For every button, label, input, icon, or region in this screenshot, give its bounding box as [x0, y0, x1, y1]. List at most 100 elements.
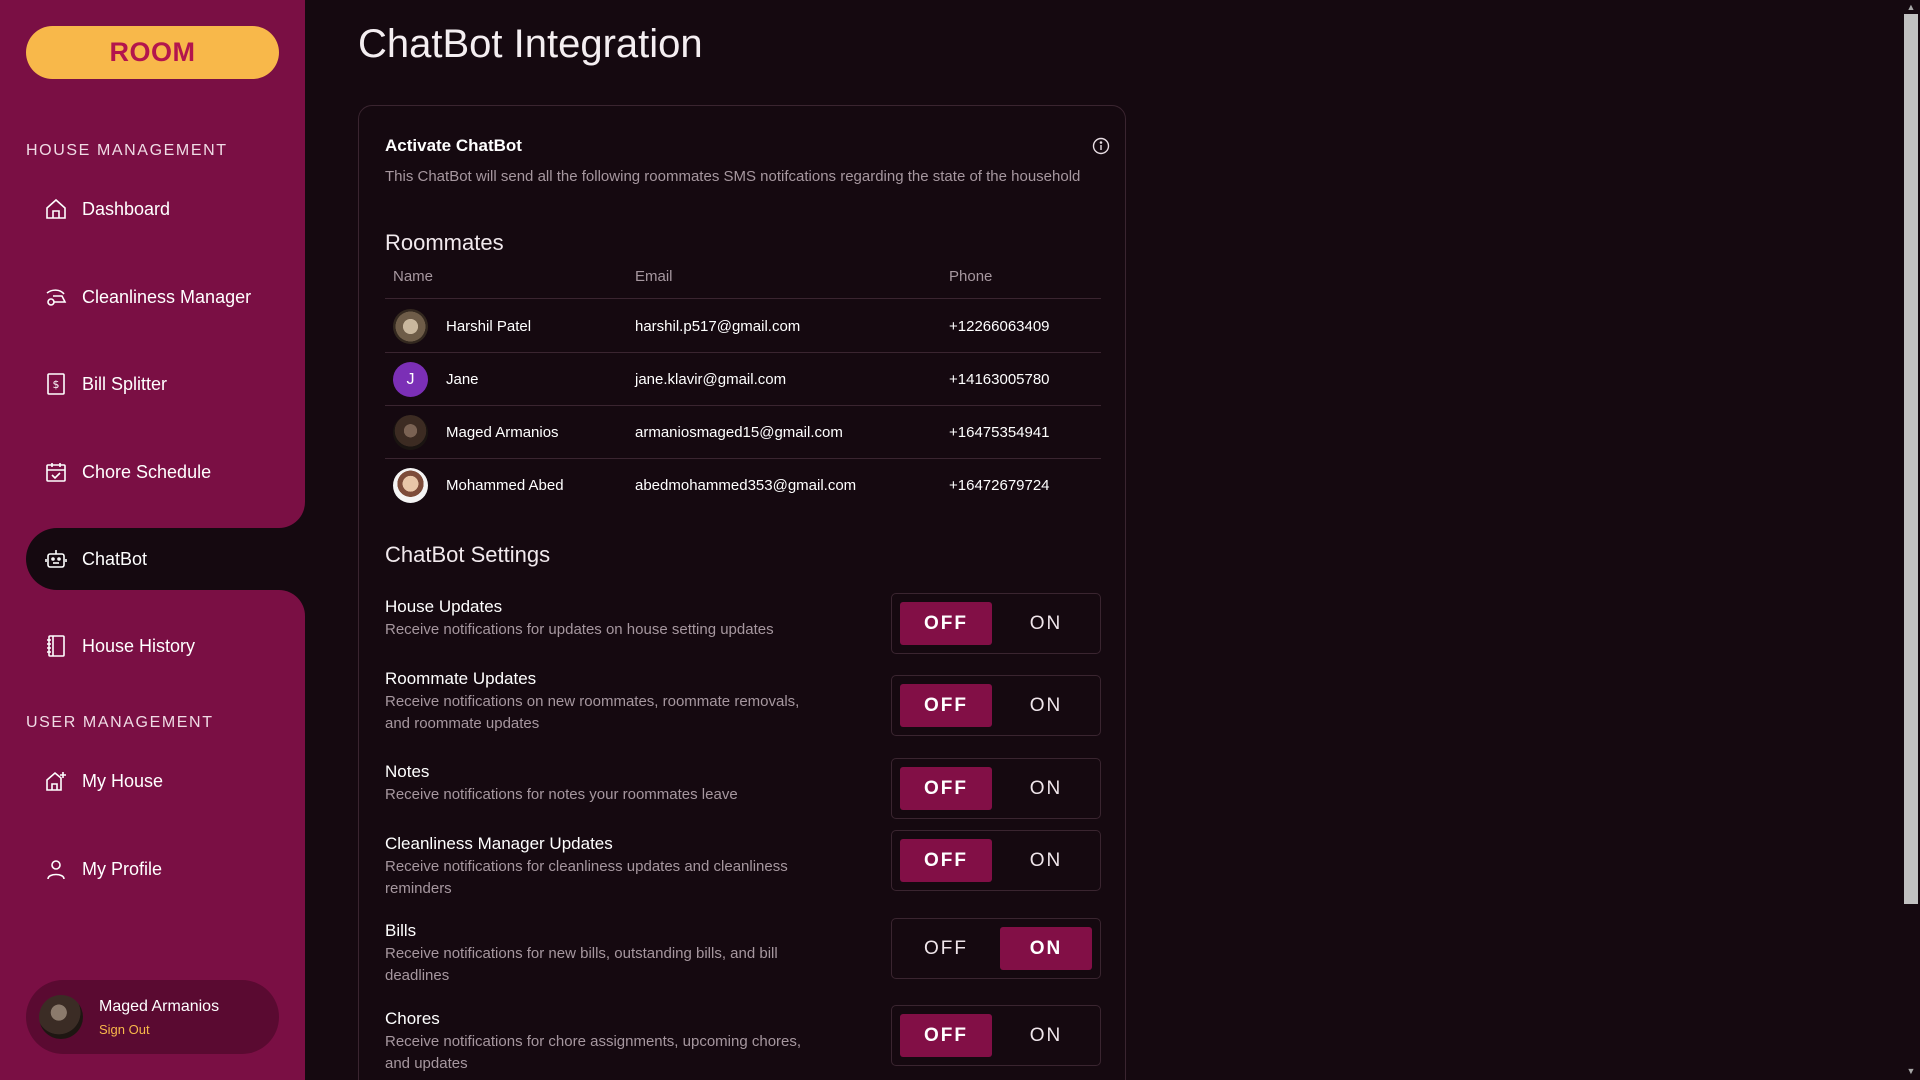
roommate-phone: +16475354941: [949, 424, 1050, 441]
sidebar-item-chore-schedule[interactable]: Chore Schedule: [26, 443, 279, 501]
bills-toggle: OFF ON: [891, 918, 1101, 979]
user-icon: [44, 857, 68, 881]
setting-description: Receive notifications for chore assignme…: [385, 1033, 802, 1072]
avatar: [393, 468, 428, 503]
home-icon: [44, 197, 68, 221]
off-button[interactable]: OFF: [900, 1014, 992, 1057]
sidebar-item-label: Dashboard: [82, 198, 171, 219]
sidebar-item-label: My House: [82, 770, 164, 791]
setting-description: Receive notifications for cleanliness up…: [385, 858, 788, 897]
notes-toggle: OFF ON: [891, 758, 1101, 819]
avatar: [39, 995, 83, 1039]
roommate-phone: +16472679724: [949, 477, 1050, 494]
chatbot-settings-heading: ChatBot Settings: [385, 542, 551, 567]
sidebar-item-label: Cleanliness Manager: [82, 286, 252, 307]
roommate-email: harshil.p517@gmail.com: [635, 318, 801, 335]
setting-notes: Notes Receive notifications for notes yo…: [385, 758, 1101, 819]
sidebar-item-dashboard[interactable]: Dashboard: [26, 180, 279, 238]
sidebar-item-label: My Profile: [82, 858, 163, 879]
column-phone: Phone: [949, 268, 993, 285]
house-updates-toggle: OFF ON: [891, 593, 1101, 654]
scroll-up-arrow-icon[interactable]: ▲: [1906, 2, 1916, 12]
roommate-phone: +12266063409: [949, 318, 1050, 335]
page-scrollbar[interactable]: ▲ ▼: [1902, 0, 1920, 1080]
page-title: ChatBot Integration: [358, 22, 703, 66]
roommate-name: Jane: [446, 371, 479, 388]
off-button[interactable]: OFF: [900, 767, 992, 810]
sidebar-item-chatbot[interactable]: ChatBot: [26, 528, 305, 590]
avatar: J: [393, 362, 428, 397]
scroll-down-arrow-icon[interactable]: ▼: [1906, 1066, 1916, 1076]
active-notch-bottom: [279, 590, 305, 616]
setting-description: Receive notifications on new roommates, …: [385, 693, 800, 732]
roommate-phone: +14163005780: [949, 371, 1050, 388]
house-management-heading: HOUSE MANAGEMENT: [26, 142, 228, 159]
avatar: [393, 415, 428, 450]
on-button[interactable]: ON: [1000, 684, 1092, 727]
sidebar-item-label: Chore Schedule: [82, 461, 212, 482]
table-row[interactable]: Mohammed Abed abedmohammed353@gmail.com …: [385, 459, 1101, 512]
roommates-table-header: Name Email Phone: [385, 268, 1101, 299]
cleanliness-updates-toggle: OFF ON: [891, 830, 1101, 891]
off-button[interactable]: OFF: [900, 684, 992, 727]
sidebar-item-label: Bill Splitter: [82, 373, 168, 394]
sidebar-item-cleanliness-manager[interactable]: Cleanliness Manager: [26, 268, 279, 326]
roommate-email: abedmohammed353@gmail.com: [635, 477, 857, 494]
roommates-heading: Roommates: [385, 230, 504, 255]
sidebar-item-bill-splitter[interactable]: $ Bill Splitter: [26, 355, 279, 413]
column-email: Email: [635, 268, 673, 285]
roommate-email: armaniosmaged15@gmail.com: [635, 424, 843, 441]
sign-out-link[interactable]: Sign Out: [99, 1022, 219, 1037]
activate-chatbot-description: This ChatBot will send all the following…: [385, 168, 1081, 185]
sidebar-item-label: House History: [82, 635, 196, 656]
setting-chores: Chores Receive notifications for chore a…: [385, 1005, 1101, 1075]
table-row[interactable]: Maged Armanios armaniosmaged15@gmail.com…: [385, 406, 1101, 459]
roommate-email: jane.klavir@gmail.com: [635, 371, 787, 388]
activate-chatbot-title: Activate ChatBot: [385, 136, 522, 155]
user-name: Maged Armanios: [99, 997, 220, 1015]
active-notch-top: [279, 502, 305, 528]
setting-house-updates: House Updates Receive notifications for …: [385, 593, 1101, 654]
house-plus-icon: [44, 769, 68, 793]
setting-roommate-updates: Roommate Updates Receive notifications o…: [385, 669, 1101, 736]
roommate-name: Maged Armanios: [446, 424, 559, 441]
setting-cleanliness-manager-updates: Cleanliness Manager Updates Receive noti…: [385, 830, 1101, 900]
sidebar-item-my-profile[interactable]: My Profile: [26, 840, 279, 898]
on-button[interactable]: ON: [1000, 1014, 1092, 1057]
robot-icon: [44, 547, 68, 571]
sidebar-item-house-history[interactable]: House History: [26, 617, 279, 675]
room-logo[interactable]: ROOM: [26, 26, 279, 79]
table-row[interactable]: J Jane jane.klavir@gmail.com +1416300578…: [385, 353, 1101, 406]
vacuum-icon: [44, 285, 68, 309]
roommate-name: Harshil Patel: [446, 318, 532, 335]
svg-text:$: $: [53, 378, 60, 391]
chatbot-card: Activate ChatBot This ChatBot will send …: [358, 105, 1126, 1080]
roommate-name: Mohammed Abed: [446, 477, 564, 494]
avatar: [393, 309, 428, 344]
calendar-icon: [44, 460, 68, 484]
off-button[interactable]: OFF: [900, 602, 992, 645]
book-icon: [44, 634, 68, 658]
off-button[interactable]: OFF: [900, 927, 992, 970]
user-card[interactable]: Maged Armanios Sign Out: [26, 980, 279, 1054]
table-row[interactable]: Harshil Patel harshil.p517@gmail.com +12…: [385, 300, 1101, 353]
on-button[interactable]: ON: [1000, 602, 1092, 645]
info-icon[interactable]: [1091, 136, 1111, 156]
sidebar-item-my-house[interactable]: My House: [26, 752, 279, 810]
column-name: Name: [393, 268, 434, 285]
sidebar-item-label: ChatBot: [82, 548, 148, 569]
user-management-heading: USER MANAGEMENT: [26, 714, 214, 731]
on-button[interactable]: ON: [1000, 927, 1092, 970]
setting-description: Receive notifications for new bills, out…: [385, 945, 778, 984]
roommate-updates-toggle: OFF ON: [891, 675, 1101, 736]
on-button[interactable]: ON: [1000, 767, 1092, 810]
bill-icon: $: [44, 372, 68, 396]
setting-description: Receive notifications for notes your roo…: [385, 786, 738, 803]
on-button[interactable]: ON: [1000, 839, 1092, 882]
scroll-thumb[interactable]: [1904, 14, 1918, 904]
chores-toggle: OFF ON: [891, 1005, 1101, 1066]
setting-bills: Bills Receive notifications for new bill…: [385, 918, 1101, 987]
sidebar: ROOM HOUSE MANAGEMENT Dashboard Cleanlin…: [0, 0, 305, 1080]
off-button[interactable]: OFF: [900, 839, 992, 882]
setting-description: Receive notifications for updates on hou…: [385, 621, 774, 638]
